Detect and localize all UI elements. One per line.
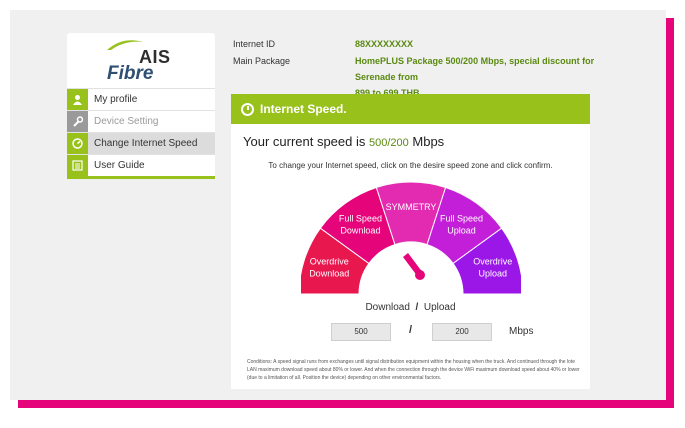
instruction-text: To change your Internet speed, click on …	[268, 161, 553, 170]
sidebar-item-label: Device Setting	[94, 116, 159, 127]
download-speed-field[interactable]: 500	[331, 323, 391, 341]
sidebar-item-my-profile[interactable]: My profile	[67, 88, 215, 110]
internet-speed-panel: Internet Speed. Your current speed is 50…	[231, 94, 590, 389]
sidebar-item-label: Change Internet Speed	[94, 138, 198, 149]
package-line-1: HomePLUS Package 500/200 Mbps, special d…	[355, 56, 595, 82]
field-separator: /	[409, 324, 413, 336]
sidebar-item-change-internet-speed[interactable]: Change Internet Speed	[67, 132, 215, 154]
label-separator: /	[415, 302, 419, 313]
upload-speed-field[interactable]: 200	[432, 323, 492, 341]
internet-id-value: 88XXXXXXXX	[355, 39, 414, 49]
download-label: Download	[365, 302, 410, 313]
main-package-label: Main Package	[233, 56, 291, 66]
upload-label: Upload	[423, 302, 456, 313]
sidebar-menu: My profile Device Setting Change Interne…	[67, 88, 215, 179]
current-speed-prefix: Your current speed is	[243, 134, 366, 149]
sidebar-item-label: User Guide	[94, 160, 145, 171]
panel-title: Internet Speed.	[260, 102, 347, 116]
panel-header: Internet Speed.	[231, 94, 590, 124]
logo-fibre: Fibre	[107, 63, 154, 84]
internet-id-label: Internet ID	[233, 39, 276, 49]
conditions-text: Conditions: A speed signal runs from exc…	[247, 359, 580, 381]
sidebar-item-user-guide[interactable]: User Guide	[67, 154, 215, 176]
speed-unit: Mbps	[509, 326, 534, 337]
clock-icon	[241, 102, 254, 116]
current-speed-value: 500/200	[369, 137, 409, 149]
speed-icon	[67, 133, 88, 154]
sidebar-item-label: My profile	[94, 94, 138, 105]
sidebar: AIS Fibre My profile Device Setting Chan…	[67, 33, 215, 179]
gauge-needle	[403, 253, 425, 280]
logo: AIS Fibre	[67, 33, 215, 88]
current-speed-unit: Mbps	[412, 134, 445, 149]
speed-gauge: Overdrive DownloadFull Speed DownloadSYMME…	[301, 181, 521, 294]
user-icon	[67, 89, 88, 110]
current-speed: Your current speed is 500/200 Mbps	[243, 134, 444, 149]
sidebar-item-device-setting[interactable]: Device Setting	[67, 110, 215, 132]
gauge-zone-label: SYMMETRY	[386, 202, 437, 212]
guide-icon	[67, 155, 88, 176]
wrench-icon	[67, 111, 88, 132]
download-upload-label: Download / Upload	[231, 302, 590, 313]
